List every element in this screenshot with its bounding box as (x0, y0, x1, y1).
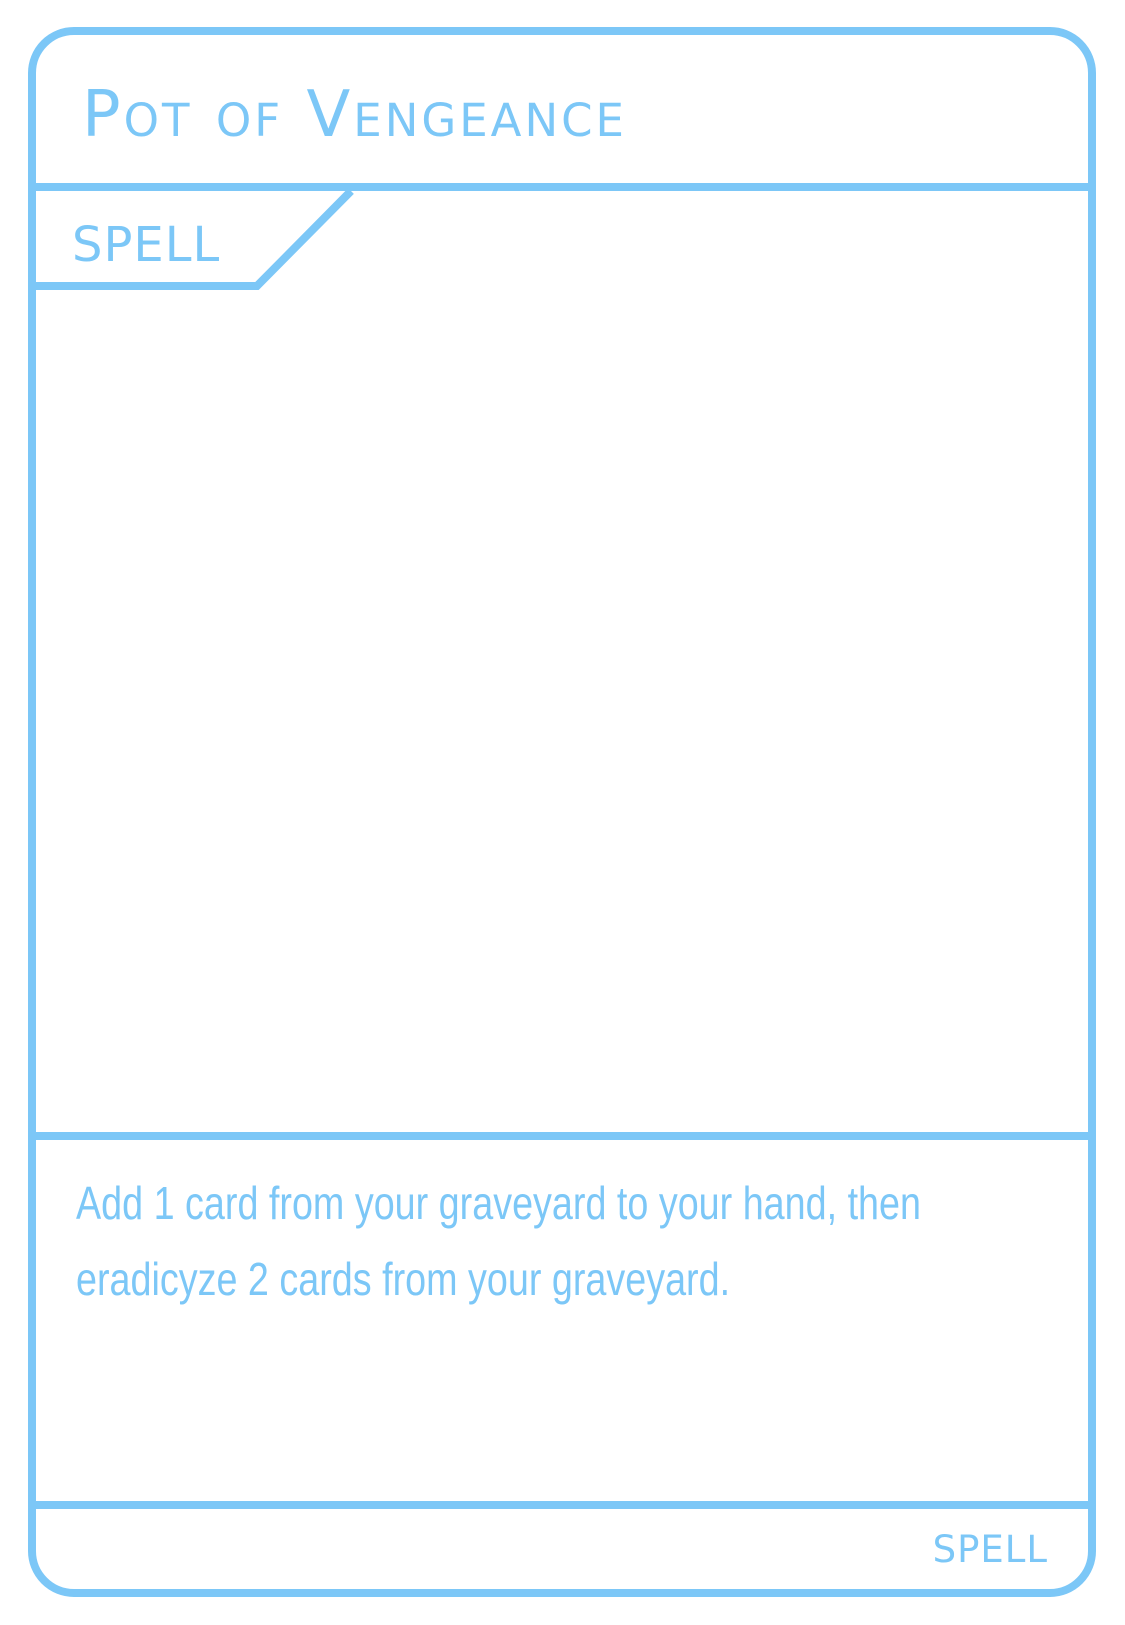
type-tab-label: SPELL (72, 217, 221, 273)
card-effect-text: Add 1 card from your graveyard to your h… (76, 1177, 921, 1305)
card-name: Pot of Vengeance (82, 78, 627, 152)
card-art-area (36, 291, 1088, 1132)
art-divider (36, 1132, 1088, 1140)
card-frame: Pot of Vengeance SPELL Add 1 card from y… (28, 27, 1096, 1597)
footer-type-label: SPELL (932, 1528, 1048, 1571)
footer-divider (36, 1501, 1088, 1509)
